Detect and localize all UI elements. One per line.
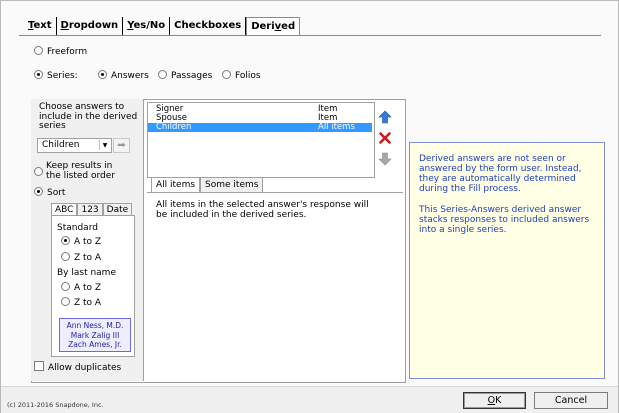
standard-z-to-a-radio[interactable] (61, 252, 70, 261)
item-tab-divider (147, 192, 403, 193)
sort-sample-preview: Ann Ness, M.D. Mark Zalig III Zach Ames,… (59, 318, 131, 352)
series-answers-option[interactable]: Answers (98, 70, 149, 81)
copyright-text: (c) 2011-2016 Snapdone, Inc. (7, 401, 104, 409)
help-paragraph: Derived answers are not seen or answered… (419, 154, 582, 194)
ok-button[interactable]: OK (463, 392, 526, 409)
lastname-a-to-z-radio[interactable] (61, 282, 70, 291)
tab-derived[interactable]: Derived (246, 17, 301, 35)
move-down-icon[interactable] (378, 152, 392, 166)
lastname-z-to-a-option[interactable]: Z to A (61, 297, 101, 308)
keep-order-radio[interactable] (34, 167, 43, 176)
freeform-option[interactable]: Freeform (34, 46, 87, 57)
choose-answers-label: Choose answers to include in the derived… (39, 102, 138, 131)
tab-divider (19, 35, 601, 36)
chevron-down-icon[interactable]: ▼ (99, 140, 110, 150)
answers-radio[interactable] (98, 70, 107, 79)
delete-icon[interactable] (378, 131, 392, 145)
keep-order-option[interactable]: Keep results in the listed order (34, 161, 126, 181)
item-scope-description: All items in the selected answer's respo… (156, 200, 369, 220)
cancel-button[interactable]: Cancel (534, 392, 608, 409)
sample-name: Zach Ames, Jr. (68, 340, 122, 349)
answer-type-tabs: Text Dropdown Yes/No Checkboxes Derived (24, 17, 301, 35)
tab-text[interactable]: Text (24, 17, 57, 35)
sort-radio[interactable] (34, 187, 43, 196)
folios-radio[interactable] (222, 70, 231, 79)
last-name-label: By last name (57, 268, 116, 278)
standard-a-to-z-radio[interactable] (61, 236, 70, 245)
answer-combo[interactable]: Children ▼ (37, 138, 112, 153)
sort-option[interactable]: Sort (34, 187, 65, 198)
included-answers-list[interactable]: Signer Item Spouse Item Children All items (147, 102, 375, 178)
series-option[interactable]: Series: (34, 70, 78, 81)
allow-duplicates-option[interactable]: Allow duplicates (34, 361, 121, 373)
help-paragraph: This Series-Answers derived answer stack… (419, 205, 590, 235)
lastname-z-to-a-radio[interactable] (61, 297, 70, 306)
list-item[interactable]: Children All items (148, 123, 372, 132)
series-passages-option[interactable]: Passages (158, 70, 212, 81)
standard-label: Standard (57, 223, 98, 233)
passages-radio[interactable] (158, 70, 167, 79)
tab-some-items[interactable]: Some items (200, 177, 264, 193)
move-up-icon[interactable] (378, 110, 392, 124)
tab-dropdown[interactable]: Dropdown (57, 17, 124, 35)
standard-a-to-z-option[interactable]: A to Z (61, 236, 101, 247)
derived-answer-dialog: Text Dropdown Yes/No Checkboxes Derived … (0, 0, 619, 413)
add-answer-arrow-icon[interactable]: ➡ (113, 138, 130, 153)
item-scope-tabs: All items Some items (151, 177, 264, 193)
standard-z-to-a-option[interactable]: Z to A (61, 252, 101, 263)
tab-all-items[interactable]: All items (151, 177, 201, 193)
tab-checkboxes[interactable]: Checkboxes (170, 17, 247, 35)
answer-combo-value: Children (42, 140, 80, 150)
dialog-footer: (c) 2011-2016 Snapdone, Inc. OK Cancel (1, 386, 618, 413)
help-info-box: Derived answers are not seen or answered… (409, 142, 605, 379)
allow-duplicates-checkbox[interactable] (34, 361, 44, 371)
sample-name: Mark Zalig III (70, 330, 120, 340)
tab-yes-no[interactable]: Yes/No (123, 17, 171, 35)
lastname-a-to-z-option[interactable]: A to Z (61, 282, 101, 293)
series-folios-option[interactable]: Folios (222, 70, 261, 81)
sample-name: Ann Ness, M.D. (66, 321, 124, 330)
freeform-radio[interactable] (34, 46, 43, 55)
series-radio[interactable] (34, 70, 43, 79)
